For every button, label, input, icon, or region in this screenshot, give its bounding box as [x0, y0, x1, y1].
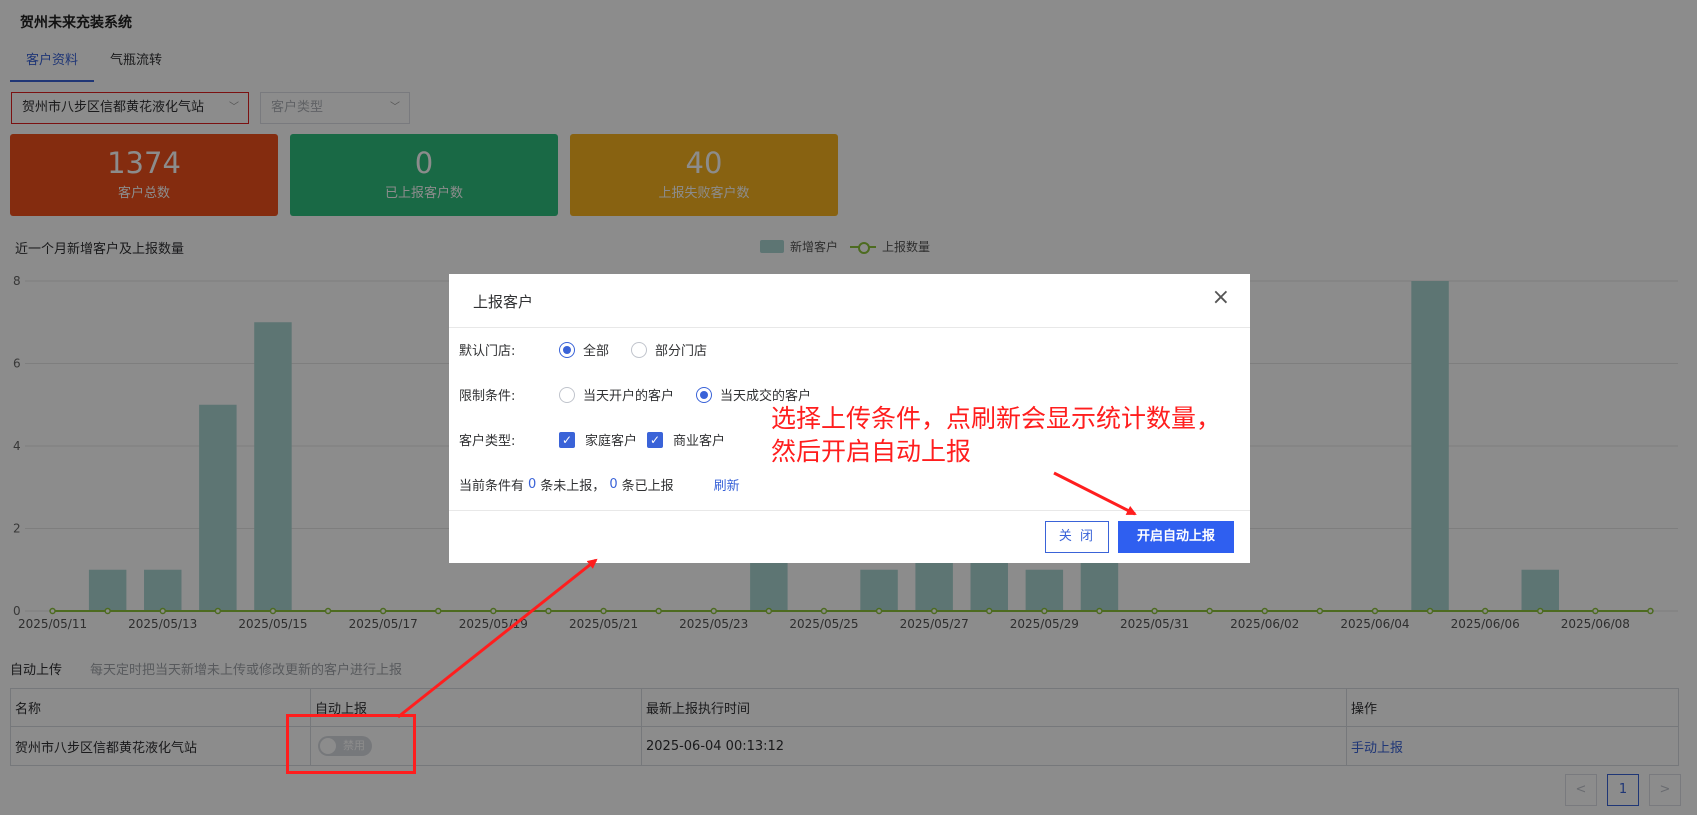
- count-prefix: 当前条件有: [459, 479, 525, 494]
- refresh-link[interactable]: 刷新: [714, 475, 740, 494]
- radio-checked-icon: [696, 386, 713, 403]
- checkbox-household-label: 家庭客户: [585, 434, 638, 449]
- checkmark-icon: ✓: [559, 431, 575, 448]
- radio-unchecked-icon: [559, 386, 575, 403]
- radio-partial-label: 部分门店: [655, 344, 708, 359]
- close-icon[interactable]: ×: [1212, 286, 1230, 310]
- radio-opened-label: 当天开户的客户: [583, 389, 675, 404]
- radio-checked-icon: [559, 341, 575, 358]
- count-suffix: 条已上报: [621, 479, 674, 494]
- store-option-label: 默认门店:: [459, 344, 516, 359]
- close-button[interactable]: 关 闭: [1045, 521, 1109, 553]
- limit-option-label: 限制条件:: [459, 389, 516, 404]
- type-option-label: 客户类型:: [459, 434, 516, 449]
- annotation-highlight-box: [286, 714, 416, 774]
- radio-all-label: 全部: [583, 344, 610, 359]
- annotation-text: 选择上传条件，点刷新会显示统计数量， 然后开启自动上报: [771, 402, 1221, 468]
- checkbox-commercial-label: 商业客户: [673, 434, 726, 449]
- dialog-footer: 关 闭 开启自动上报: [449, 510, 1250, 563]
- annotation-line-2: 然后开启自动上报: [771, 437, 972, 466]
- checkmark-icon: ✓: [647, 431, 664, 448]
- count-summary-row: 当前条件有 0 条未上报， 0 条已上报 刷新: [459, 475, 740, 494]
- dialog-header: 上报客户 ×: [449, 274, 1250, 328]
- checkbox-commercial[interactable]: ✓ 商业客户: [647, 430, 725, 449]
- not-uploaded-count: 0: [528, 477, 537, 492]
- checkbox-household[interactable]: ✓ 家庭客户: [559, 430, 637, 449]
- start-auto-report-button[interactable]: 开启自动上报: [1118, 521, 1234, 553]
- radio-all[interactable]: 全部: [559, 340, 609, 359]
- type-option-row: 客户类型: ✓ 家庭客户 ✓ 商业客户: [459, 430, 747, 449]
- annotation-line-1: 选择上传条件，点刷新会显示统计数量，: [771, 404, 1222, 433]
- radio-unchecked-icon: [631, 341, 648, 358]
- count-middle: 条未上报，: [540, 479, 606, 494]
- radio-opened-today[interactable]: 当天开户的客户: [559, 385, 674, 404]
- store-option-row: 默认门店: 全部 部分门店: [459, 340, 729, 359]
- radio-partial-store[interactable]: 部分门店: [631, 340, 707, 359]
- dialog-title: 上报客户: [473, 293, 534, 311]
- uploaded-count: 0: [609, 477, 618, 492]
